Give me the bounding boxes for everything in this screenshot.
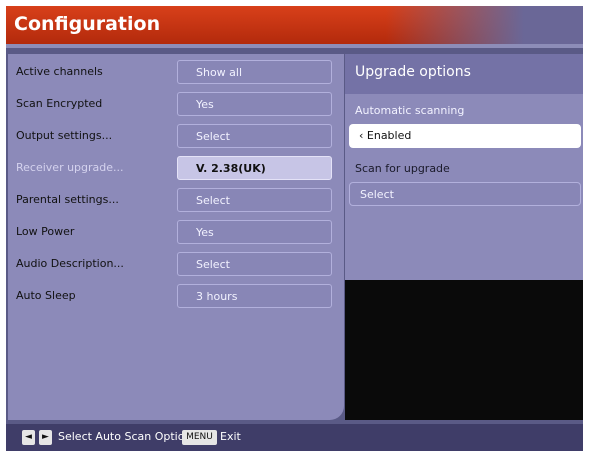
left-arrow-key-icon: ◄: [22, 430, 35, 445]
setting-row-low-power[interactable]: Low Power Yes: [14, 218, 340, 246]
setting-label: Parental settings...: [16, 193, 119, 206]
scan-for-upgrade-option[interactable]: Select: [349, 182, 581, 206]
setting-value-box[interactable]: Select: [177, 188, 332, 212]
setting-label: Auto Sleep: [16, 289, 76, 302]
menu-key-icon: MENU: [182, 430, 217, 445]
setting-value-box[interactable]: Yes: [177, 92, 332, 116]
setting-value-box[interactable]: Show all: [177, 60, 332, 84]
automatic-scanning-option[interactable]: ‹ Enabled: [349, 124, 581, 148]
setting-value: V. 2.38(UK): [196, 162, 266, 175]
setting-label: Audio Description...: [16, 257, 124, 270]
title-bar-fade: [386, 6, 583, 44]
settings-panel: Active channels Show all Scan Encrypted …: [8, 54, 344, 420]
setting-label: Output settings...: [16, 129, 113, 142]
setting-row-parental-settings[interactable]: Parental settings... Select: [14, 186, 340, 214]
setting-label: Active channels: [16, 65, 103, 78]
setting-value: Yes: [196, 226, 214, 239]
setting-label: Scan Encrypted: [16, 97, 103, 110]
title-bar: Configuration: [6, 6, 583, 44]
setting-label: Low Power: [16, 225, 75, 238]
preview-area: [345, 280, 583, 420]
setting-value: 3 hours: [196, 290, 238, 303]
setting-row-scan-encrypted[interactable]: Scan Encrypted Yes: [14, 90, 340, 118]
footer-exit-hint: Exit: [220, 430, 241, 443]
setting-value: Select: [196, 130, 230, 143]
setting-value: Show all: [196, 66, 243, 79]
automatic-scanning-value: ‹ Enabled: [359, 129, 412, 142]
footer-hint-bar: ◄ ► Select Auto Scan Option MENU Exit: [6, 424, 583, 451]
scan-for-upgrade-label: Scan for upgrade: [355, 162, 450, 175]
right-arrow-key-icon: ►: [39, 430, 52, 445]
footer-select-hint: Select Auto Scan Option: [58, 430, 192, 443]
setting-value-box[interactable]: V. 2.38(UK): [177, 156, 332, 180]
setting-row-receiver-upgrade[interactable]: Receiver upgrade... V. 2.38(UK): [14, 154, 340, 182]
setting-label: Receiver upgrade...: [16, 161, 124, 174]
setting-row-active-channels[interactable]: Active channels Show all: [14, 58, 340, 86]
setting-value-box[interactable]: Yes: [177, 220, 332, 244]
page-title: Configuration: [14, 13, 161, 35]
upgrade-panel-title: Upgrade options: [355, 64, 471, 80]
setting-value: Yes: [196, 98, 214, 111]
setting-value-box[interactable]: 3 hours: [177, 284, 332, 308]
scan-for-upgrade-value: Select: [360, 188, 394, 201]
setting-row-audio-description[interactable]: Audio Description... Select: [14, 250, 340, 278]
setting-value: Select: [196, 258, 230, 271]
setting-row-auto-sleep[interactable]: Auto Sleep 3 hours: [14, 282, 340, 310]
setting-value-box[interactable]: Select: [177, 124, 332, 148]
tv-screen: Configuration Active channels Show all S…: [6, 6, 583, 451]
automatic-scanning-label: Automatic scanning: [355, 104, 465, 117]
setting-value: Select: [196, 194, 230, 207]
upgrade-panel-header: Upgrade options: [345, 54, 583, 94]
setting-row-output-settings[interactable]: Output settings... Select: [14, 122, 340, 150]
title-band: [6, 44, 583, 48]
setting-value-box[interactable]: Select: [177, 252, 332, 276]
upgrade-options-panel: Upgrade options Automatic scanning ‹ Ena…: [345, 54, 583, 280]
